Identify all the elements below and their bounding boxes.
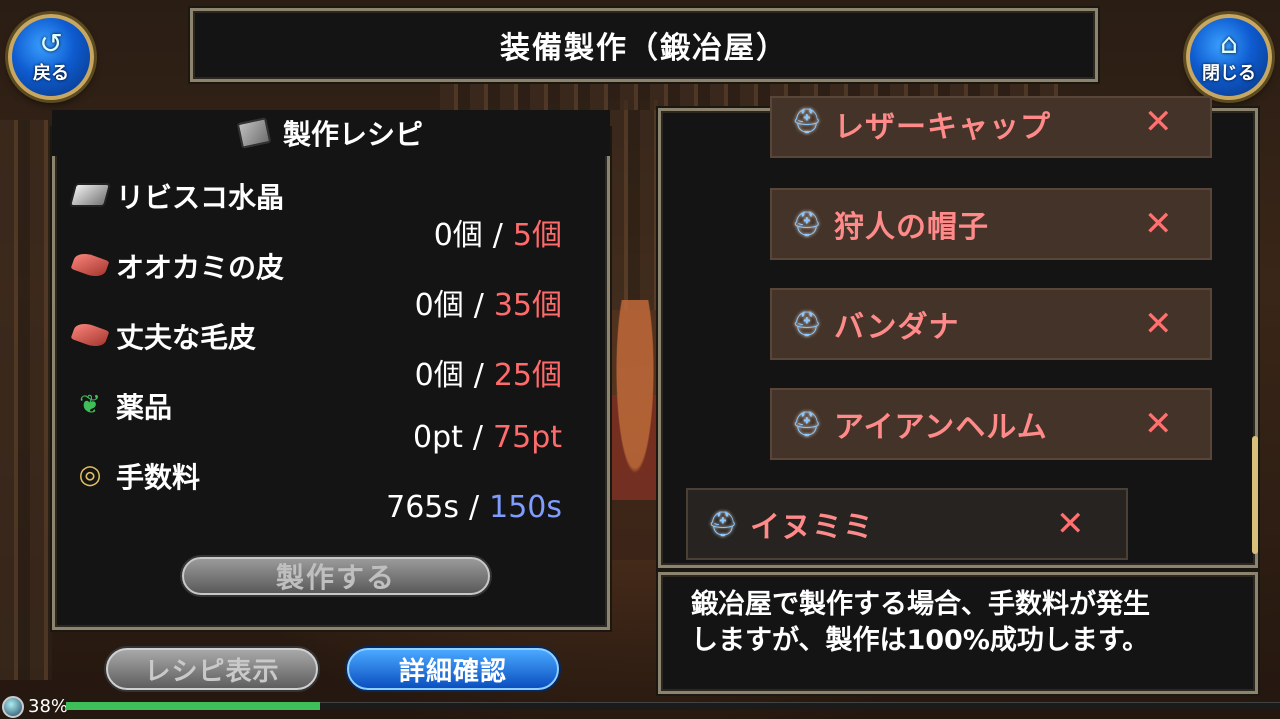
hat-icon: ⛑ xyxy=(791,107,823,135)
material-row: 丈夫な毛皮 0個/25個 xyxy=(70,316,572,393)
recipe-book-icon xyxy=(236,117,272,149)
hat-icon: ⛑ xyxy=(707,510,739,538)
unavailable-mark-icon: ✕ xyxy=(1144,304,1173,344)
material-row: ◎ 手数料 765s/150s xyxy=(72,456,572,526)
list-item[interactable]: ⛑ バンダナ ✕ xyxy=(770,288,1212,360)
header-bar: 装備製作（鍛冶屋） xyxy=(190,8,1098,82)
item-name: アイアンヘルム xyxy=(834,410,1048,445)
hat-icon: ⛑ xyxy=(791,410,823,438)
material-quantity: 0pt/75pt xyxy=(413,420,562,455)
herb-icon: ❦ xyxy=(79,390,101,420)
background-shelf-center xyxy=(610,100,658,310)
description-panel: 鍛冶屋で製作する場合、手数料が発生 しますが、製作は100%成功します。 xyxy=(658,572,1258,694)
background-shelf-left xyxy=(0,120,52,680)
hat-icon: ⛑ xyxy=(791,210,823,238)
recipe-title: 製作レシピ xyxy=(282,118,423,151)
have-count: 0pt xyxy=(413,420,463,455)
item-name: バンダナ xyxy=(834,310,960,345)
material-name: リビスコ水晶 xyxy=(116,181,285,214)
unavailable-mark-icon: ✕ xyxy=(1144,204,1173,244)
list-scrollbar[interactable] xyxy=(1252,436,1258,554)
need-count: 150s xyxy=(489,490,562,525)
item-name: イヌミミ xyxy=(750,510,874,545)
material-row: オオカミの皮 0個/35個 xyxy=(70,246,572,323)
status-orb-icon xyxy=(2,696,24,718)
material-name: オオカミの皮 xyxy=(116,251,285,284)
status-bar: 38% xyxy=(0,694,1280,719)
list-item[interactable]: ⛑ アイアンヘルム ✕ xyxy=(770,388,1212,460)
back-button[interactable]: ↺ 戻る xyxy=(8,14,94,100)
unavailable-mark-icon: ✕ xyxy=(1056,504,1085,544)
status-percent: 38% xyxy=(28,696,69,717)
wolf-hide-icon xyxy=(70,249,110,281)
back-arrow-icon: ↺ xyxy=(39,27,63,60)
material-name: 丈夫な毛皮 xyxy=(116,321,257,354)
material-name: 手数料 xyxy=(116,461,201,494)
crystal-icon xyxy=(68,180,112,210)
craft-button[interactable]: 製作する xyxy=(182,557,490,595)
list-item-selected[interactable]: ⛑ イヌミミ ✕ xyxy=(686,488,1128,560)
need-count: 75pt xyxy=(493,420,562,455)
item-name: 狩人の帽子 xyxy=(834,210,989,245)
material-quantity: 765s/150s xyxy=(386,490,562,525)
description-line-2: しますが、製作は100%成功します。 xyxy=(691,625,1150,656)
material-row: リビスコ水晶 0個/5個 xyxy=(68,176,572,253)
home-icon: ⌂ xyxy=(1220,27,1238,60)
unavailable-mark-icon: ✕ xyxy=(1144,102,1173,142)
back-button-label: 戻る xyxy=(33,63,69,84)
recipe-view-button[interactable]: レシピ表示 xyxy=(106,648,318,690)
list-item[interactable]: ⛑ レザーキャップ ✕ xyxy=(770,96,1212,158)
description-line-1: 鍛冶屋で製作する場合、手数料が発生 xyxy=(691,589,1150,620)
material-name: 薬品 xyxy=(116,391,173,424)
unavailable-mark-icon: ✕ xyxy=(1144,404,1173,444)
close-button[interactable]: ⌂ 閉じる xyxy=(1186,14,1272,100)
recipe-title-bar: 製作レシピ xyxy=(52,110,610,156)
have-count: 765s xyxy=(386,490,459,525)
coin-icon: ◎ xyxy=(78,460,102,490)
hat-icon: ⛑ xyxy=(791,310,823,338)
close-button-label: 閉じる xyxy=(1202,63,1256,84)
page-title: 装備製作（鍛冶屋） xyxy=(500,31,788,66)
detail-button[interactable]: 詳細確認 xyxy=(347,648,559,690)
list-item[interactable]: ⛑ 狩人の帽子 ✕ xyxy=(770,188,1212,260)
material-row: ❦ 薬品 0pt/75pt xyxy=(72,386,572,456)
fur-icon xyxy=(70,319,110,351)
item-name: レザーキャップ xyxy=(834,110,1051,145)
progress-fill xyxy=(66,702,320,710)
